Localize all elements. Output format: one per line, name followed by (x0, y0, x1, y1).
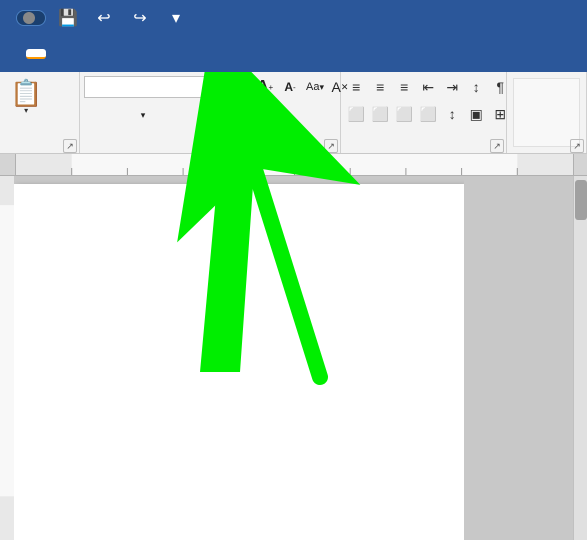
title-bar: 💾 ↩ ↪ ▾ (0, 0, 587, 36)
change-case-button[interactable]: Aa▾ (304, 76, 326, 98)
ribbon: 📋 ▾ ↗ ▾ (0, 72, 587, 154)
font-dialog-launcher[interactable]: ↗ (324, 139, 338, 153)
shading-button[interactable]: ▣ (465, 103, 487, 125)
menu-layout[interactable] (92, 50, 112, 58)
para-top-row: ≡ ≡ ≡ ⇤ ⇥ ↕ ¶ (345, 76, 511, 98)
page-right-margin (464, 176, 573, 540)
paragraph-group: ≡ ≡ ≡ ⇤ ⇥ ↕ ¶ (341, 72, 507, 153)
font-bottom-row: ▾ ▾ (84, 103, 284, 127)
line-spacing-button[interactable]: ↕ (441, 103, 463, 125)
menu-references[interactable] (114, 50, 134, 58)
numbered-list-button[interactable]: ≡ (369, 76, 391, 98)
border-icon: ⊞ (494, 106, 506, 123)
bold-button[interactable] (84, 104, 106, 126)
superscript-button[interactable] (204, 104, 226, 126)
font-shrink-button[interactable]: A- (279, 76, 301, 98)
clipboard-small-buttons (50, 78, 74, 142)
increase-indent-icon: ⇥ (446, 79, 458, 96)
redo-icon[interactable]: ↪ (126, 4, 154, 32)
change-case-icon: Aa (306, 81, 319, 93)
vertical-scrollbar[interactable] (573, 176, 587, 540)
vertical-ruler (0, 176, 14, 540)
decrease-indent-button[interactable]: ⇤ (417, 76, 439, 98)
autosave-toggle[interactable] (16, 10, 46, 26)
align-center-button[interactable]: ⬜ (369, 103, 391, 125)
styles-dialog-launcher[interactable]: ↗ (570, 139, 584, 153)
font-grow-button[interactable]: A+ (254, 76, 276, 98)
menu-design[interactable] (70, 50, 90, 58)
menu-file[interactable] (4, 50, 24, 58)
menu-bar (0, 36, 587, 72)
decrease-indent-icon: ⇤ (422, 79, 434, 96)
highlight-color-bar (266, 118, 280, 121)
underline-button[interactable]: ▾ (132, 104, 154, 126)
paragraph-dialog-launcher[interactable]: ↗ (490, 139, 504, 153)
cut-button[interactable] (50, 78, 74, 98)
menu-mailings[interactable] (136, 50, 156, 58)
copy-button[interactable] (50, 100, 74, 120)
align-center-icon: ⬜ (371, 106, 388, 123)
ruler-area (0, 154, 587, 176)
numbered-list-icon: ≡ (376, 79, 384, 95)
align-left-icon: ⬜ (347, 106, 364, 123)
paste-dropdown-arrow[interactable]: ▾ (24, 106, 28, 115)
align-left-button[interactable]: ⬜ (345, 103, 367, 125)
justify-icon: ⬜ (419, 106, 436, 123)
shading-icon: ▣ (470, 106, 483, 123)
multilevel-list-button[interactable]: ≡ (393, 76, 415, 98)
multilevel-list-icon: ≡ (400, 79, 408, 95)
customize-quick-access-icon[interactable]: ▾ (162, 4, 190, 32)
line-spacing-icon: ↕ (449, 106, 456, 122)
font-color-bar (242, 118, 256, 121)
paragraph-group-top: ≡ ≡ ≡ ⇤ ⇥ ↕ ¶ (345, 76, 502, 149)
font-size-selector[interactable] (215, 76, 251, 98)
horizontal-ruler (16, 154, 573, 176)
menu-insert[interactable] (48, 50, 68, 58)
align-right-icon: ⬜ (395, 106, 412, 123)
sort-button[interactable]: ↕ (465, 76, 487, 98)
highlight-button[interactable]: ▾ (262, 103, 284, 127)
paste-button[interactable]: 📋 ▾ (4, 76, 48, 117)
clipboard-group: 📋 ▾ ↗ (0, 72, 80, 153)
font-top-row: ▾ A+ A- Aa▾ A✕ (84, 76, 351, 98)
ruler-left-corner (0, 154, 16, 176)
styles-group-content (513, 78, 580, 147)
strikethrough-button[interactable] (156, 104, 178, 126)
font-shrink-icon: A (284, 80, 293, 94)
sort-icon: ↕ (473, 79, 480, 95)
toggle-knob (23, 12, 35, 24)
document-page[interactable] (14, 184, 464, 540)
font-label (84, 149, 336, 153)
bullet-list-button[interactable]: ≡ (345, 76, 367, 98)
font-color-button[interactable]: ▾ (238, 103, 260, 127)
save-icon[interactable]: 💾 (54, 4, 82, 32)
para-bottom-row: ⬜ ⬜ ⬜ ⬜ ↕ ▣ ⊞ (345, 103, 511, 125)
font-name-dropdown-icon[interactable]: ▾ (203, 82, 208, 93)
document-area (0, 176, 587, 540)
paragraph-label (345, 149, 502, 153)
paste-icon: 📋 (10, 80, 42, 106)
title-bar-left: 💾 ↩ ↪ ▾ (8, 4, 190, 32)
scrollbar-thumb[interactable] (575, 180, 587, 220)
clear-format-icon: A (332, 79, 341, 95)
align-right-button[interactable]: ⬜ (393, 103, 415, 125)
justify-button[interactable]: ⬜ (417, 103, 439, 125)
menu-home[interactable] (26, 49, 46, 59)
styles-group: ↗ (507, 72, 587, 153)
subscript-button[interactable] (180, 104, 202, 126)
font-group: ▾ A+ A- Aa▾ A✕ (80, 72, 341, 153)
ruler-right-corner (573, 154, 587, 176)
increase-indent-button[interactable]: ⇥ (441, 76, 463, 98)
clipboard-dialog-launcher[interactable]: ↗ (63, 139, 77, 153)
undo-icon[interactable]: ↩ (90, 4, 118, 32)
italic-button[interactable] (108, 104, 130, 126)
font-name-selector[interactable]: ▾ (84, 76, 212, 98)
bullet-list-icon: ≡ (352, 79, 360, 95)
font-group-top: ▾ A+ A- Aa▾ A✕ (84, 76, 336, 149)
pilcrow-icon: ¶ (496, 79, 504, 95)
font-grow-icon: A (257, 78, 269, 96)
